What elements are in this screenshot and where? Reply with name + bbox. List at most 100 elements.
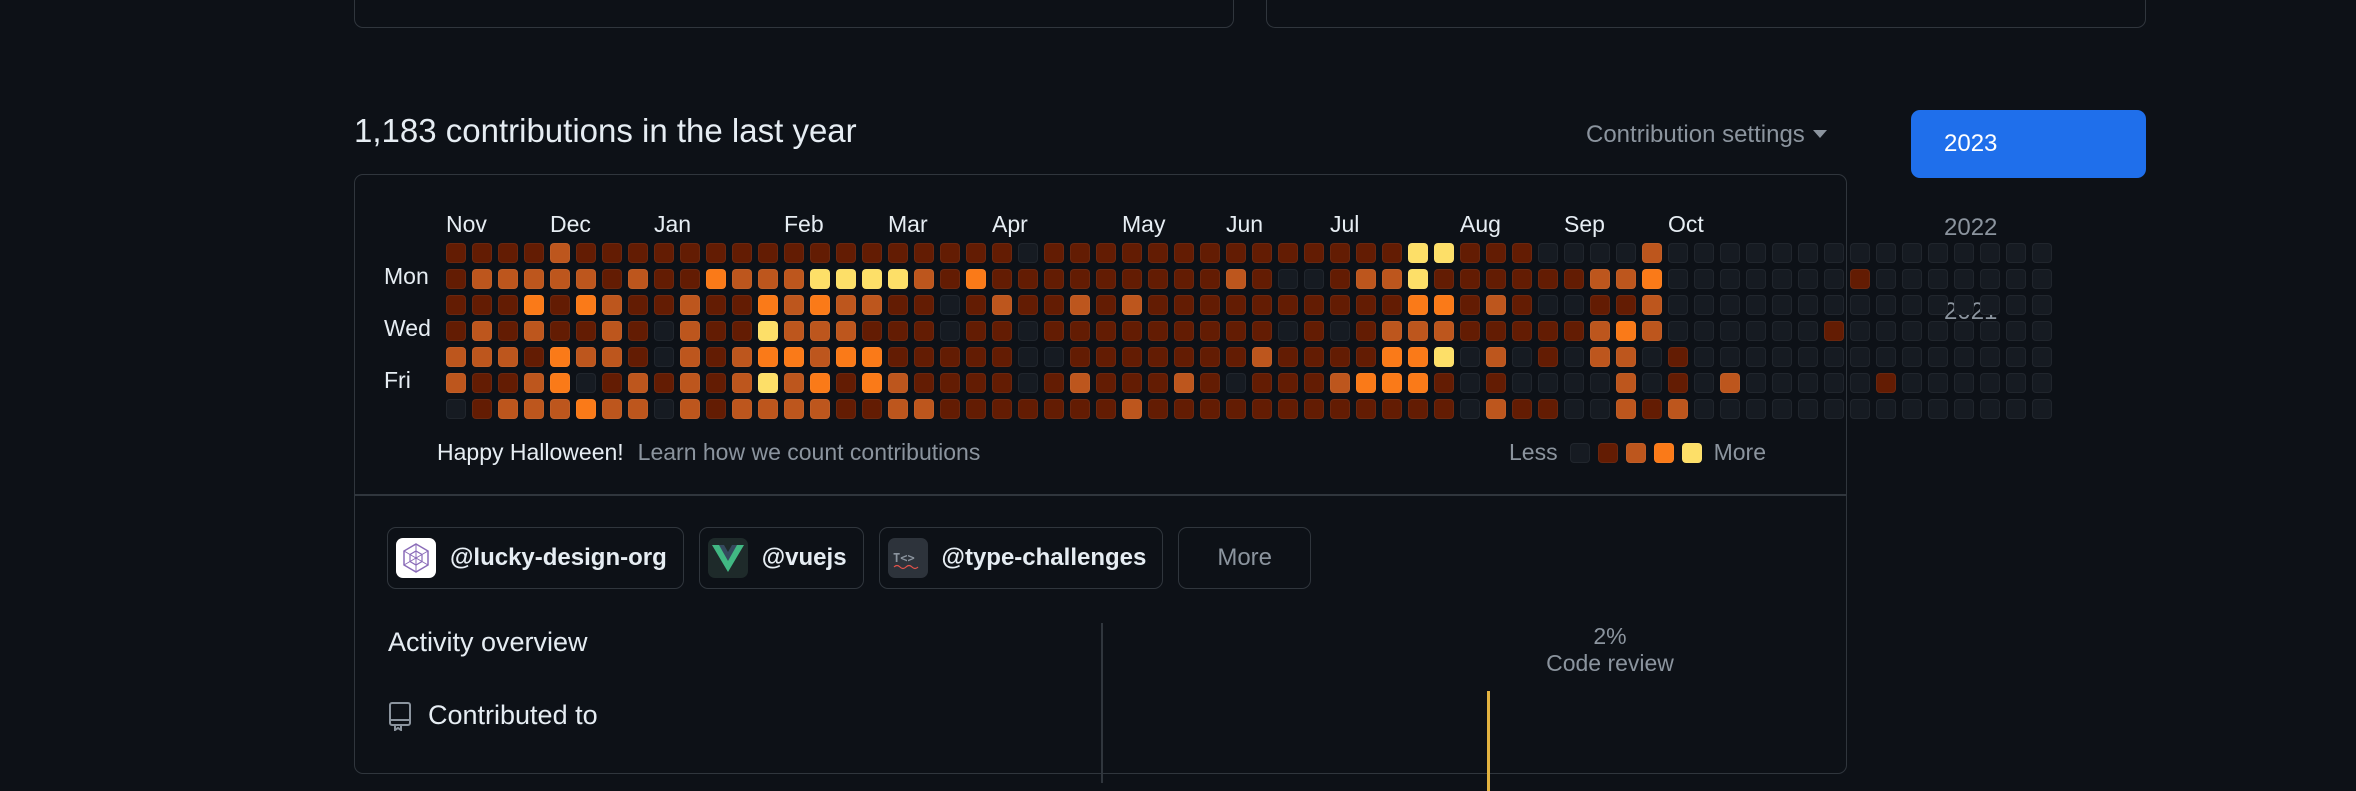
- contribution-day-cell[interactable]: [1096, 269, 1116, 289]
- contribution-day-cell[interactable]: [1746, 243, 1766, 263]
- org-filter-vuejs[interactable]: @vuejs: [698, 527, 864, 589]
- contribution-day-cell[interactable]: [1122, 347, 1142, 367]
- contribution-day-cell[interactable]: [836, 373, 856, 393]
- contribution-day-cell[interactable]: [524, 269, 544, 289]
- contribution-day-cell[interactable]: [836, 399, 856, 419]
- contribution-day-cell[interactable]: [654, 321, 674, 341]
- contribution-day-cell[interactable]: [862, 399, 882, 419]
- contribution-day-cell[interactable]: [888, 295, 908, 315]
- contribution-day-cell[interactable]: [1954, 347, 1974, 367]
- contribution-day-cell[interactable]: [1694, 347, 1714, 367]
- contribution-day-cell[interactable]: [1772, 243, 1792, 263]
- contribution-day-cell[interactable]: [498, 347, 518, 367]
- contribution-day-cell[interactable]: [1330, 295, 1350, 315]
- contribution-day-cell[interactable]: [784, 243, 804, 263]
- contribution-day-cell[interactable]: [992, 347, 1012, 367]
- contribution-day-cell[interactable]: [1694, 321, 1714, 341]
- contribution-day-cell[interactable]: [966, 295, 986, 315]
- contribution-day-cell[interactable]: [1616, 321, 1636, 341]
- contribution-day-cell[interactable]: [576, 243, 596, 263]
- contribution-day-cell[interactable]: [498, 243, 518, 263]
- contribution-day-cell[interactable]: [914, 321, 934, 341]
- contribution-day-cell[interactable]: [1278, 347, 1298, 367]
- contribution-day-cell[interactable]: [1226, 295, 1246, 315]
- contribution-day-cell[interactable]: [1954, 399, 1974, 419]
- contribution-day-cell[interactable]: [1278, 295, 1298, 315]
- contribution-day-cell[interactable]: [1070, 399, 1090, 419]
- contribution-day-cell[interactable]: [1798, 373, 1818, 393]
- contribution-day-cell[interactable]: [1772, 295, 1792, 315]
- contribution-day-cell[interactable]: [1772, 347, 1792, 367]
- contribution-day-cell[interactable]: [992, 295, 1012, 315]
- contribution-day-cell[interactable]: [602, 243, 622, 263]
- contribution-day-cell[interactable]: [1122, 321, 1142, 341]
- contribution-day-cell[interactable]: [836, 321, 856, 341]
- contribution-day-cell[interactable]: [1278, 321, 1298, 341]
- contribution-day-cell[interactable]: [1798, 295, 1818, 315]
- contribution-day-cell[interactable]: [1720, 347, 1740, 367]
- contribution-day-cell[interactable]: [1278, 399, 1298, 419]
- contribution-day-cell[interactable]: [2006, 321, 2026, 341]
- contribution-day-cell[interactable]: [1980, 243, 2000, 263]
- contribution-day-cell[interactable]: [1252, 373, 1272, 393]
- contribution-day-cell[interactable]: [1356, 399, 1376, 419]
- contribution-day-cell[interactable]: [1876, 321, 1896, 341]
- contribution-day-cell[interactable]: [1668, 295, 1688, 315]
- contribution-day-cell[interactable]: [1720, 243, 1740, 263]
- contribution-day-cell[interactable]: [1486, 295, 1506, 315]
- contribution-day-cell[interactable]: [1486, 399, 1506, 419]
- contribution-day-cell[interactable]: [602, 269, 622, 289]
- contribution-day-cell[interactable]: [1122, 269, 1142, 289]
- contribution-day-cell[interactable]: [628, 321, 648, 341]
- contribution-day-cell[interactable]: [680, 321, 700, 341]
- contribution-day-cell[interactable]: [1928, 295, 1948, 315]
- contribution-day-cell[interactable]: [758, 373, 778, 393]
- contribution-day-cell[interactable]: [1304, 373, 1324, 393]
- contribution-day-cell[interactable]: [1772, 373, 1792, 393]
- contribution-day-cell[interactable]: [1772, 269, 1792, 289]
- contribution-day-cell[interactable]: [1304, 295, 1324, 315]
- contribution-day-cell[interactable]: [1460, 243, 1480, 263]
- contribution-day-cell[interactable]: [1174, 295, 1194, 315]
- contribution-day-cell[interactable]: [446, 243, 466, 263]
- contribution-day-cell[interactable]: [680, 347, 700, 367]
- contribution-day-cell[interactable]: [1226, 269, 1246, 289]
- contribution-day-cell[interactable]: [1382, 373, 1402, 393]
- contribution-day-cell[interactable]: [914, 243, 934, 263]
- contribution-day-cell[interactable]: [1460, 373, 1480, 393]
- contribution-day-cell[interactable]: [732, 243, 752, 263]
- contribution-day-cell[interactable]: [1252, 243, 1272, 263]
- contribution-day-cell[interactable]: [836, 347, 856, 367]
- contribution-day-cell[interactable]: [550, 373, 570, 393]
- contribution-day-cell[interactable]: [1096, 399, 1116, 419]
- contribution-day-cell[interactable]: [1954, 321, 1974, 341]
- contribution-day-cell[interactable]: [1902, 347, 1922, 367]
- contribution-settings-dropdown[interactable]: Contribution settings: [1586, 121, 1827, 149]
- contribution-day-cell[interactable]: [1356, 243, 1376, 263]
- contribution-day-cell[interactable]: [1798, 243, 1818, 263]
- contribution-day-cell[interactable]: [706, 373, 726, 393]
- contribution-day-cell[interactable]: [1434, 295, 1454, 315]
- contribution-day-cell[interactable]: [1434, 399, 1454, 419]
- contribution-day-cell[interactable]: [472, 243, 492, 263]
- contribution-day-cell[interactable]: [810, 243, 830, 263]
- contribution-day-cell[interactable]: [602, 347, 622, 367]
- contribution-day-cell[interactable]: [1538, 347, 1558, 367]
- contribution-day-cell[interactable]: [1070, 321, 1090, 341]
- contribution-day-cell[interactable]: [1902, 373, 1922, 393]
- contribution-day-cell[interactable]: [1304, 347, 1324, 367]
- contribution-day-cell[interactable]: [472, 347, 492, 367]
- contribution-day-cell[interactable]: [1694, 295, 1714, 315]
- contribution-day-cell[interactable]: [1954, 243, 1974, 263]
- contribution-day-cell[interactable]: [940, 373, 960, 393]
- contribution-day-cell[interactable]: [2006, 399, 2026, 419]
- contribution-day-cell[interactable]: [602, 399, 622, 419]
- contribution-day-cell[interactable]: [1148, 347, 1168, 367]
- contribution-day-cell[interactable]: [1590, 373, 1610, 393]
- contribution-day-cell[interactable]: [1798, 347, 1818, 367]
- contribution-day-cell[interactable]: [706, 269, 726, 289]
- contribution-day-cell[interactable]: [1018, 321, 1038, 341]
- contribution-day-cell[interactable]: [1304, 399, 1324, 419]
- contribution-day-cell[interactable]: [1096, 295, 1116, 315]
- contribution-day-cell[interactable]: [1668, 269, 1688, 289]
